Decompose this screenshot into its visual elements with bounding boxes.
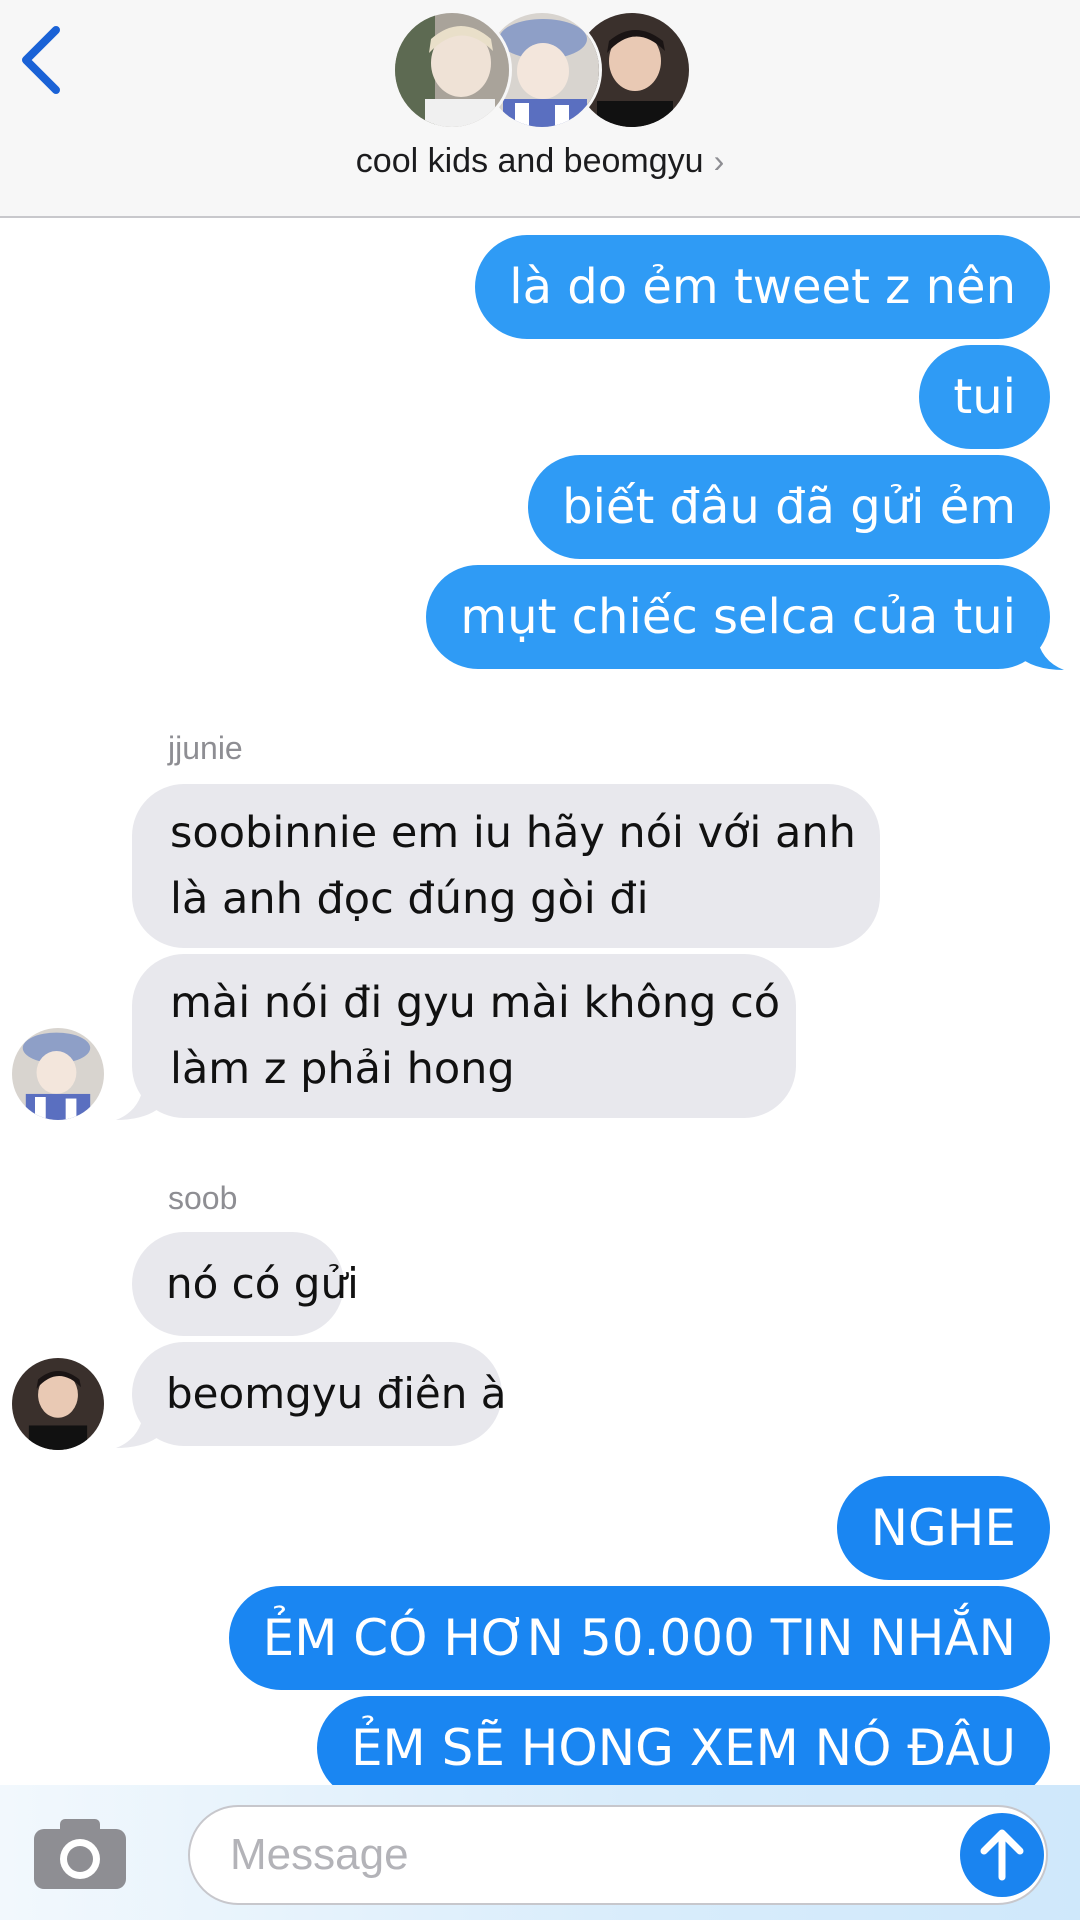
- sender-name: soob: [168, 1180, 238, 1216]
- message-composer: Message: [0, 1785, 1080, 1920]
- outgoing-message[interactable]: ẺM CÓ HƠN 50.000 TIN NHẮN: [228, 1586, 1050, 1690]
- conversation-header: cool kids and beomgyu ›: [0, 0, 1080, 218]
- outgoing-message[interactable]: NGHE: [836, 1476, 1050, 1580]
- message-line: là anh đọc đúng gòi đi: [170, 874, 649, 924]
- incoming-message[interactable]: mài nói đi gyu mài không có làm z phải h…: [132, 954, 796, 1118]
- group-avatars[interactable]: [392, 10, 692, 132]
- avatar[interactable]: [12, 1028, 104, 1120]
- bubble-tail: [1016, 630, 1064, 670]
- bubble-tail: [116, 1080, 164, 1120]
- bubble-tail: [116, 1408, 164, 1448]
- chevron-left-icon[interactable]: [14, 22, 70, 98]
- camera-icon[interactable]: [32, 1815, 128, 1891]
- avatar: [392, 10, 512, 130]
- outgoing-message[interactable]: biết đâu đã gửi ẻm: [528, 455, 1050, 559]
- message-input[interactable]: Message: [188, 1805, 1048, 1905]
- message-line: mài nói đi gyu mài không có: [170, 978, 781, 1028]
- message-line: làm z phải hong: [170, 1044, 515, 1094]
- group-title[interactable]: cool kids and beomgyu ›: [0, 142, 1080, 181]
- avatar[interactable]: [12, 1358, 104, 1450]
- arrow-up-icon: [980, 1829, 1024, 1881]
- outgoing-message[interactable]: mụt chiếc selca của tui: [426, 565, 1050, 669]
- send-button[interactable]: [960, 1813, 1044, 1897]
- outgoing-message[interactable]: là do ẻm tweet z nên: [475, 235, 1050, 339]
- incoming-message[interactable]: nó có gửi: [132, 1232, 359, 1336]
- message-input-placeholder: Message: [230, 1830, 409, 1879]
- sender-name: jjunie: [168, 730, 243, 766]
- message-line: soobinnie em iu hãy nói với anh: [170, 808, 856, 858]
- chevron-right-icon: ›: [713, 143, 725, 179]
- outgoing-message[interactable]: tui: [919, 345, 1050, 449]
- incoming-message[interactable]: soobinnie em iu hãy nói với anh là anh đ…: [132, 784, 880, 948]
- group-title-text: cool kids and beomgyu: [355, 142, 704, 180]
- incoming-message[interactable]: beomgyu điên à: [132, 1342, 506, 1446]
